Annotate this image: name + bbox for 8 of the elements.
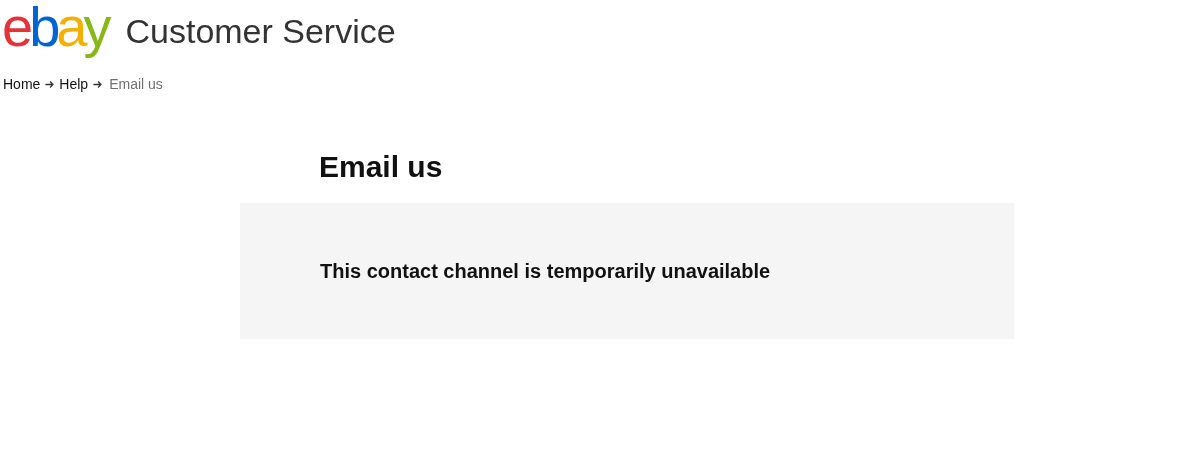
- arrow-icon: [93, 79, 103, 89]
- breadcrumb-current: Email us: [109, 76, 163, 92]
- page-heading: Email us: [319, 150, 444, 184]
- notice-text: This contact channel is temporarily unavailable: [320, 259, 771, 283]
- breadcrumb-link[interactable]: Help: [59, 76, 89, 92]
- arrow-icon: [45, 79, 55, 89]
- breadcrumb-link[interactable]: Home: [3, 76, 41, 92]
- page-title: Customer Service: [125, 11, 396, 51]
